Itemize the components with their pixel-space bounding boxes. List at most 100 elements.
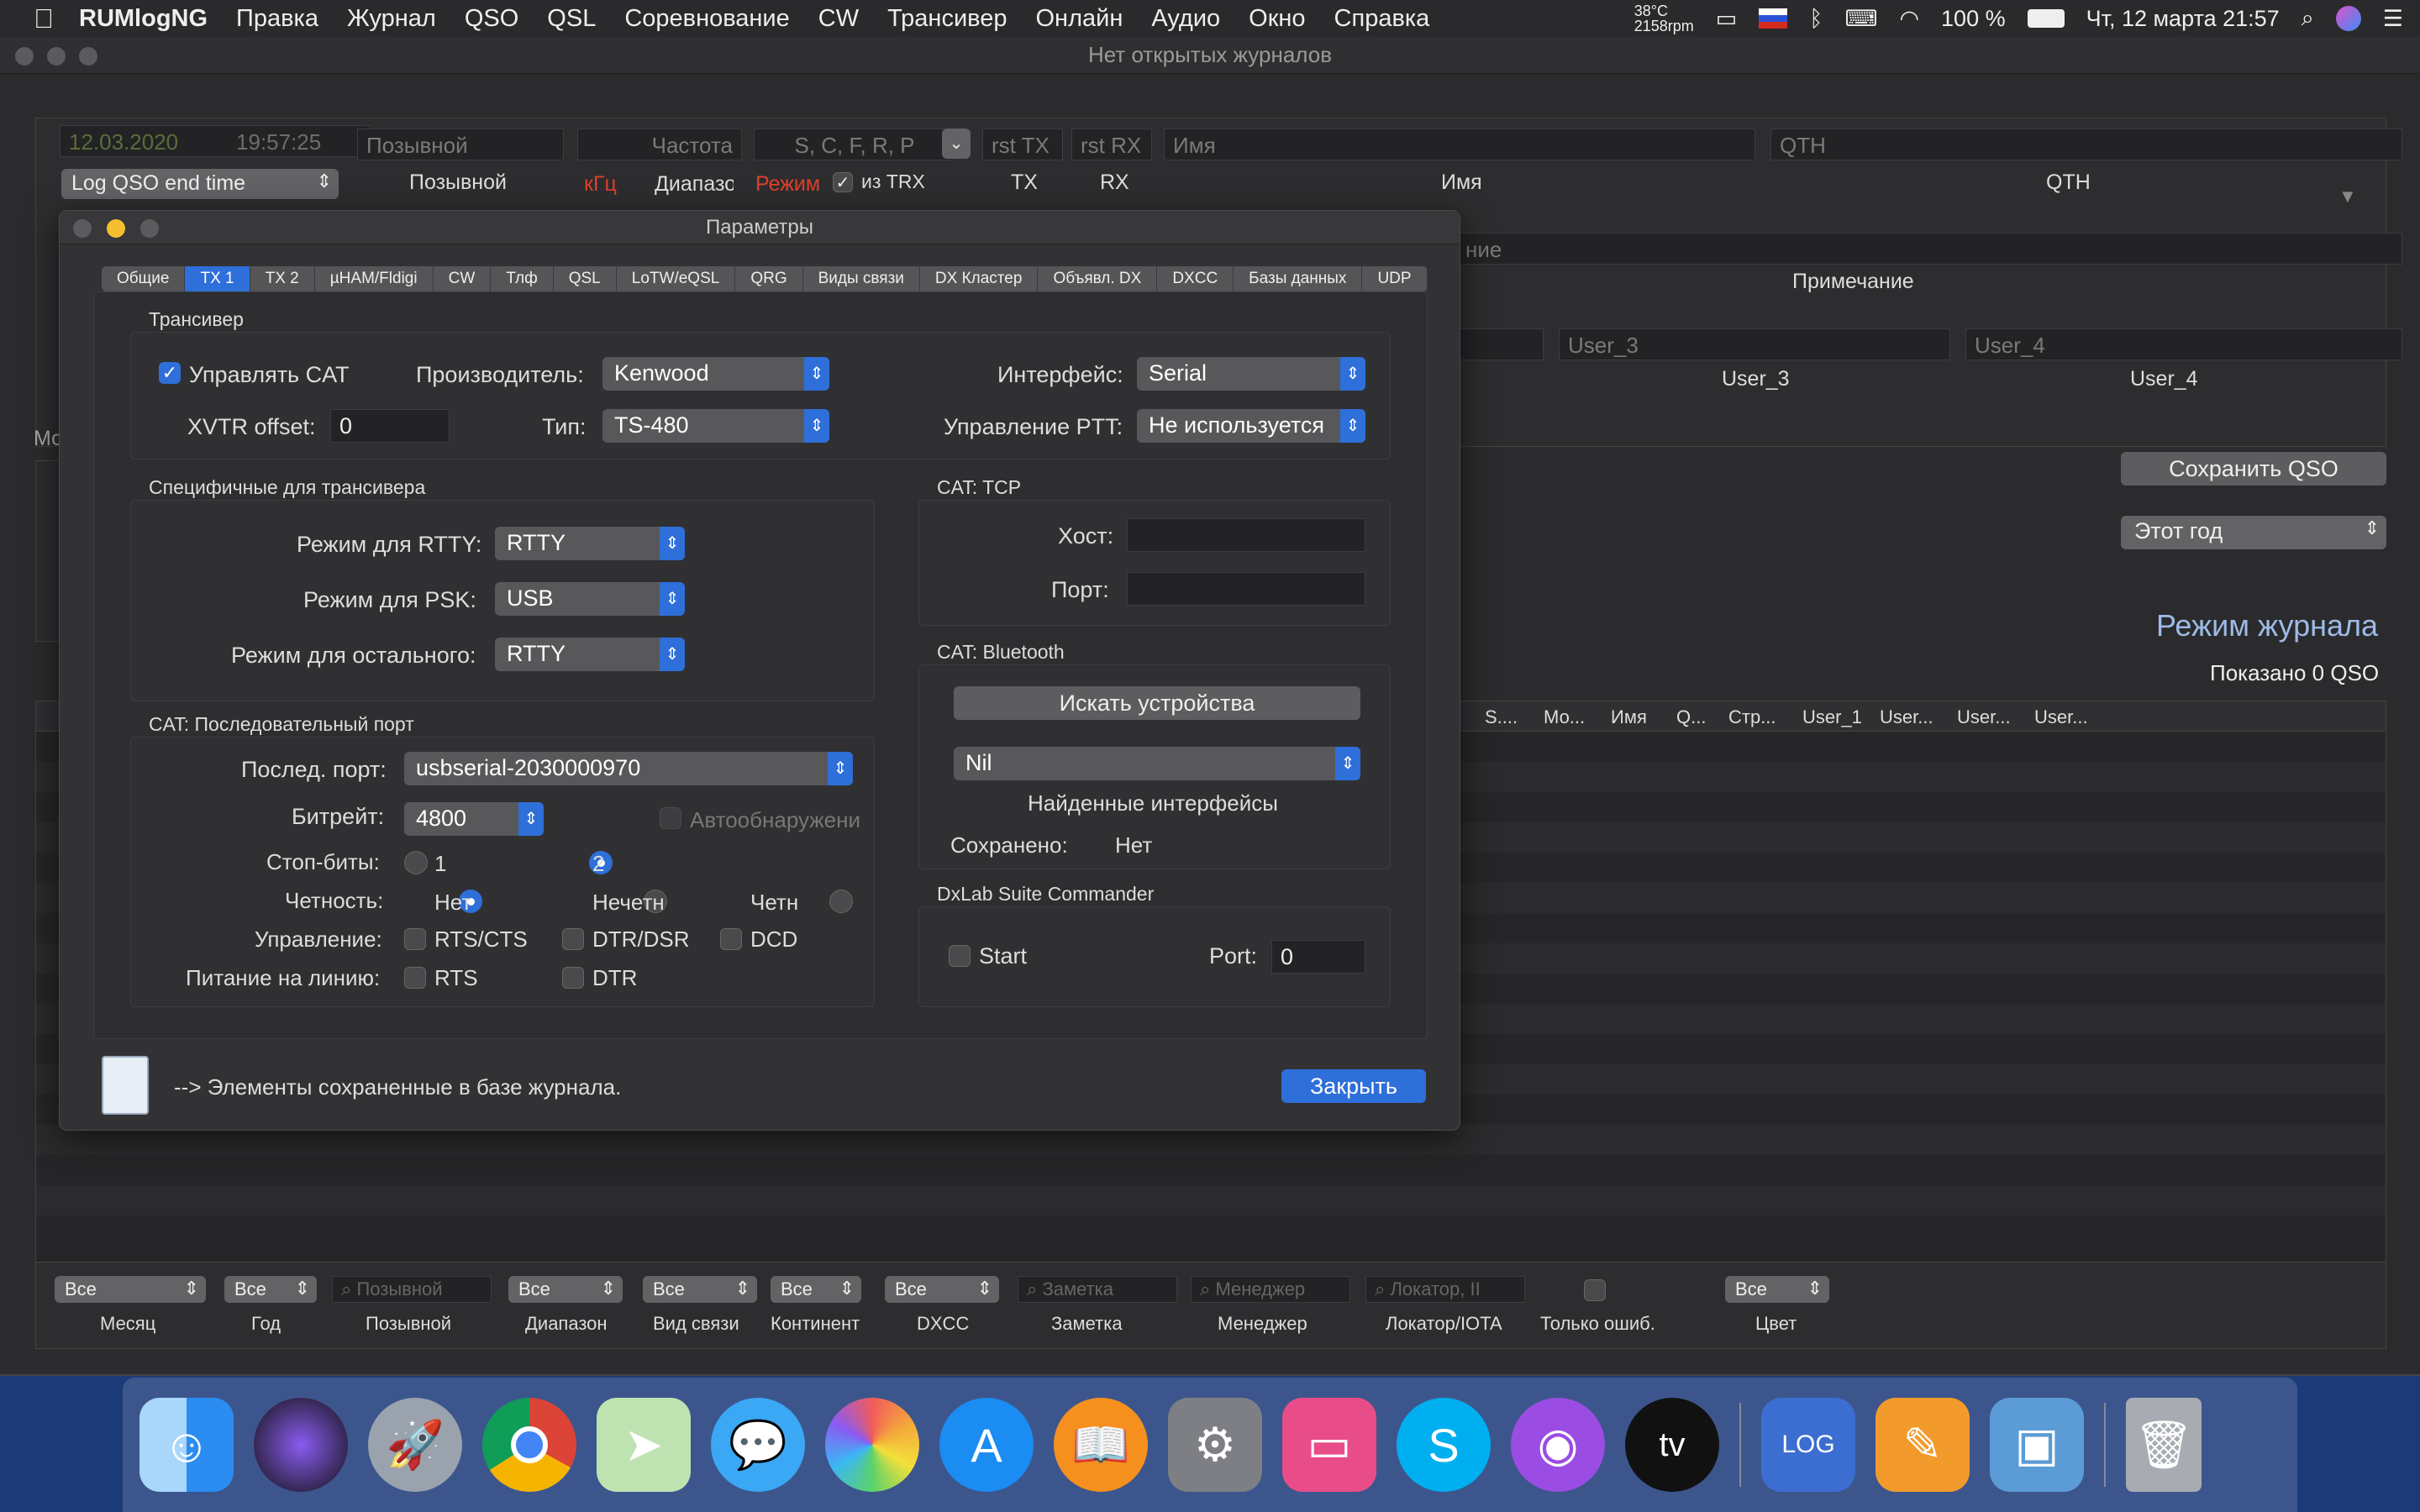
minimize-window-button[interactable]	[47, 47, 66, 66]
tab-qsl[interactable]: QSL	[554, 266, 617, 291]
tab-udp[interactable]: UDP	[1362, 266, 1428, 291]
rtscts-checkbox[interactable]	[404, 928, 426, 950]
flag-icon[interactable]	[1759, 8, 1788, 29]
menu-cw[interactable]: CW	[818, 5, 859, 33]
col-header[interactable]: User...	[2034, 706, 2088, 728]
books-icon[interactable]: 📖	[1054, 1398, 1148, 1492]
type-select[interactable]: TS-480 ⇕	[602, 409, 829, 443]
chrome-icon[interactable]	[482, 1398, 576, 1492]
manager-filter[interactable]: ⌕ Менеджер	[1191, 1276, 1350, 1303]
menu-qso[interactable]: QSO	[465, 5, 518, 33]
wifi-icon[interactable]: ◠	[1899, 6, 1919, 32]
airplay-icon[interactable]: ▭	[1716, 6, 1738, 32]
pages-icon[interactable]: ✎	[1876, 1398, 1970, 1492]
baud-select[interactable]: 4800 ⇕	[404, 802, 544, 836]
mode-dropdown-button[interactable]: ⌄	[942, 129, 971, 159]
band-filter[interactable]: Все	[508, 1276, 623, 1303]
parity-even-radio[interactable]	[829, 890, 853, 913]
tab-general[interactable]: Общие	[102, 266, 186, 291]
date-field[interactable]: 12.03.2020	[60, 125, 236, 157]
trash-icon[interactable]: 🗑	[2126, 1398, 2202, 1492]
menu-log[interactable]: Журнал	[347, 5, 436, 33]
dxlab-start-checkbox[interactable]	[949, 945, 971, 967]
dxcc-filter[interactable]: Все	[885, 1276, 999, 1303]
menu-help[interactable]: Справка	[1334, 5, 1430, 33]
dtr-checkbox[interactable]	[562, 967, 584, 989]
clock[interactable]: Чт, 12 марта 21:57	[2086, 6, 2280, 32]
mode-input[interactable]: S, C, F, R, P	[754, 129, 955, 160]
serial-port-select[interactable]: usbserial-2030000970 ⇕	[404, 752, 853, 785]
bt-device-select[interactable]: Nil ⇕	[954, 747, 1360, 780]
dcd-checkbox[interactable]	[720, 928, 742, 950]
psk-mode-select[interactable]: USB ⇕	[495, 582, 685, 616]
col-header[interactable]: Мо...	[1544, 706, 1585, 728]
continent-filter[interactable]: Все	[771, 1276, 861, 1303]
app-store-icon[interactable]: A	[939, 1398, 1034, 1492]
user2-input[interactable]	[1456, 328, 1544, 360]
xvtr-input[interactable]: 0	[330, 409, 450, 443]
user4-input[interactable]: User_4	[1965, 328, 2402, 360]
save-qso-button[interactable]: Сохранить QSO	[2121, 452, 2386, 486]
tab-databases[interactable]: Базы данных	[1234, 266, 1363, 291]
apple-icon[interactable]: 	[34, 3, 54, 34]
tab-tx2[interactable]: TX 2	[250, 266, 315, 291]
expand-triangle-icon[interactable]: ▼	[2338, 186, 2357, 207]
dialog-close-button[interactable]	[73, 219, 92, 238]
siri-icon[interactable]	[254, 1398, 348, 1492]
dxlab-port-input[interactable]: 0	[1271, 940, 1365, 974]
launchpad-icon[interactable]: 🚀	[368, 1398, 462, 1492]
callsign-input[interactable]: Позывной	[357, 129, 564, 160]
menu-transceiver[interactable]: Трансивер	[887, 5, 1007, 33]
port-input[interactable]	[1127, 572, 1365, 606]
skype-icon[interactable]: S	[1397, 1398, 1491, 1492]
interface-select[interactable]: Serial ⇕	[1137, 357, 1365, 391]
menu-contest[interactable]: Соревнование	[624, 5, 789, 33]
errors-only-checkbox[interactable]	[1584, 1279, 1606, 1301]
menu-edit[interactable]: Правка	[236, 5, 318, 33]
month-filter[interactable]: Все	[55, 1276, 206, 1303]
preview-icon[interactable]: ▣	[1990, 1398, 2084, 1492]
from-trx-checkbox[interactable]: ✓	[833, 172, 853, 192]
cat-control-checkbox[interactable]: ✓	[159, 362, 181, 384]
stop-bits-1-radio[interactable]	[404, 851, 428, 874]
mode-filter[interactable]: Все	[643, 1276, 757, 1303]
tab-dx-cluster[interactable]: DX Кластер	[920, 266, 1039, 291]
col-header[interactable]: User...	[1880, 706, 1933, 728]
tab-dxcc[interactable]: DXCC	[1157, 266, 1234, 291]
close-window-button[interactable]	[15, 47, 34, 66]
bluetooth-icon[interactable]: ᛒ	[1809, 6, 1823, 32]
locator-filter[interactable]: ⌕ Локатор, II	[1365, 1276, 1525, 1303]
menu-qsl[interactable]: QSL	[547, 5, 596, 33]
tab-lotw-eqsl[interactable]: LoTW/eQSL	[617, 266, 736, 291]
ptt-select[interactable]: Не используется ⇕	[1137, 409, 1365, 443]
user3-input[interactable]: User_3	[1559, 328, 1950, 360]
tab-modes[interactable]: Виды связи	[803, 266, 920, 291]
dtrdsr-checkbox[interactable]	[562, 928, 584, 950]
siri-menu-icon[interactable]	[2335, 6, 2361, 31]
rtty-mode-select[interactable]: RTTY ⇕	[495, 527, 685, 560]
photos-icon[interactable]	[825, 1398, 919, 1492]
color-filter[interactable]: Все	[1725, 1276, 1829, 1303]
keyboard-icon[interactable]: ⌨	[1844, 6, 1877, 32]
maps-icon[interactable]: ➤	[597, 1398, 691, 1492]
note-input[interactable]: ние	[1456, 233, 2402, 265]
col-header[interactable]: Q...	[1676, 706, 1706, 728]
rst-tx-input[interactable]: rst TX	[982, 129, 1063, 160]
temp-readout[interactable]: 38°C 2158rpm	[1634, 3, 1694, 34]
note-filter[interactable]: ⌕ Заметка	[1018, 1276, 1177, 1303]
col-header[interactable]: User_1	[1802, 706, 1862, 728]
other-mode-select[interactable]: RTTY ⇕	[495, 638, 685, 671]
name-input[interactable]: Имя	[1164, 129, 1755, 160]
autodetect-checkbox[interactable]	[660, 807, 681, 829]
callsign-filter[interactable]: ⌕ Позывной	[332, 1276, 492, 1303]
rts-checkbox[interactable]	[404, 967, 426, 989]
col-header[interactable]: S....	[1485, 706, 1518, 728]
tab-dx-spots[interactable]: Объявл. DX	[1038, 266, 1158, 291]
col-header[interactable]: Стр...	[1728, 706, 1776, 728]
qth-input[interactable]: QTH	[1770, 129, 2402, 160]
finder-icon[interactable]: ☺	[139, 1398, 234, 1492]
app-menu[interactable]: RUMlogNG	[79, 5, 208, 33]
tab-qrg[interactable]: QRG	[735, 266, 803, 291]
battery-percent[interactable]: 100 %	[1941, 6, 2006, 32]
search-devices-button[interactable]: Искать устройства	[954, 686, 1360, 720]
